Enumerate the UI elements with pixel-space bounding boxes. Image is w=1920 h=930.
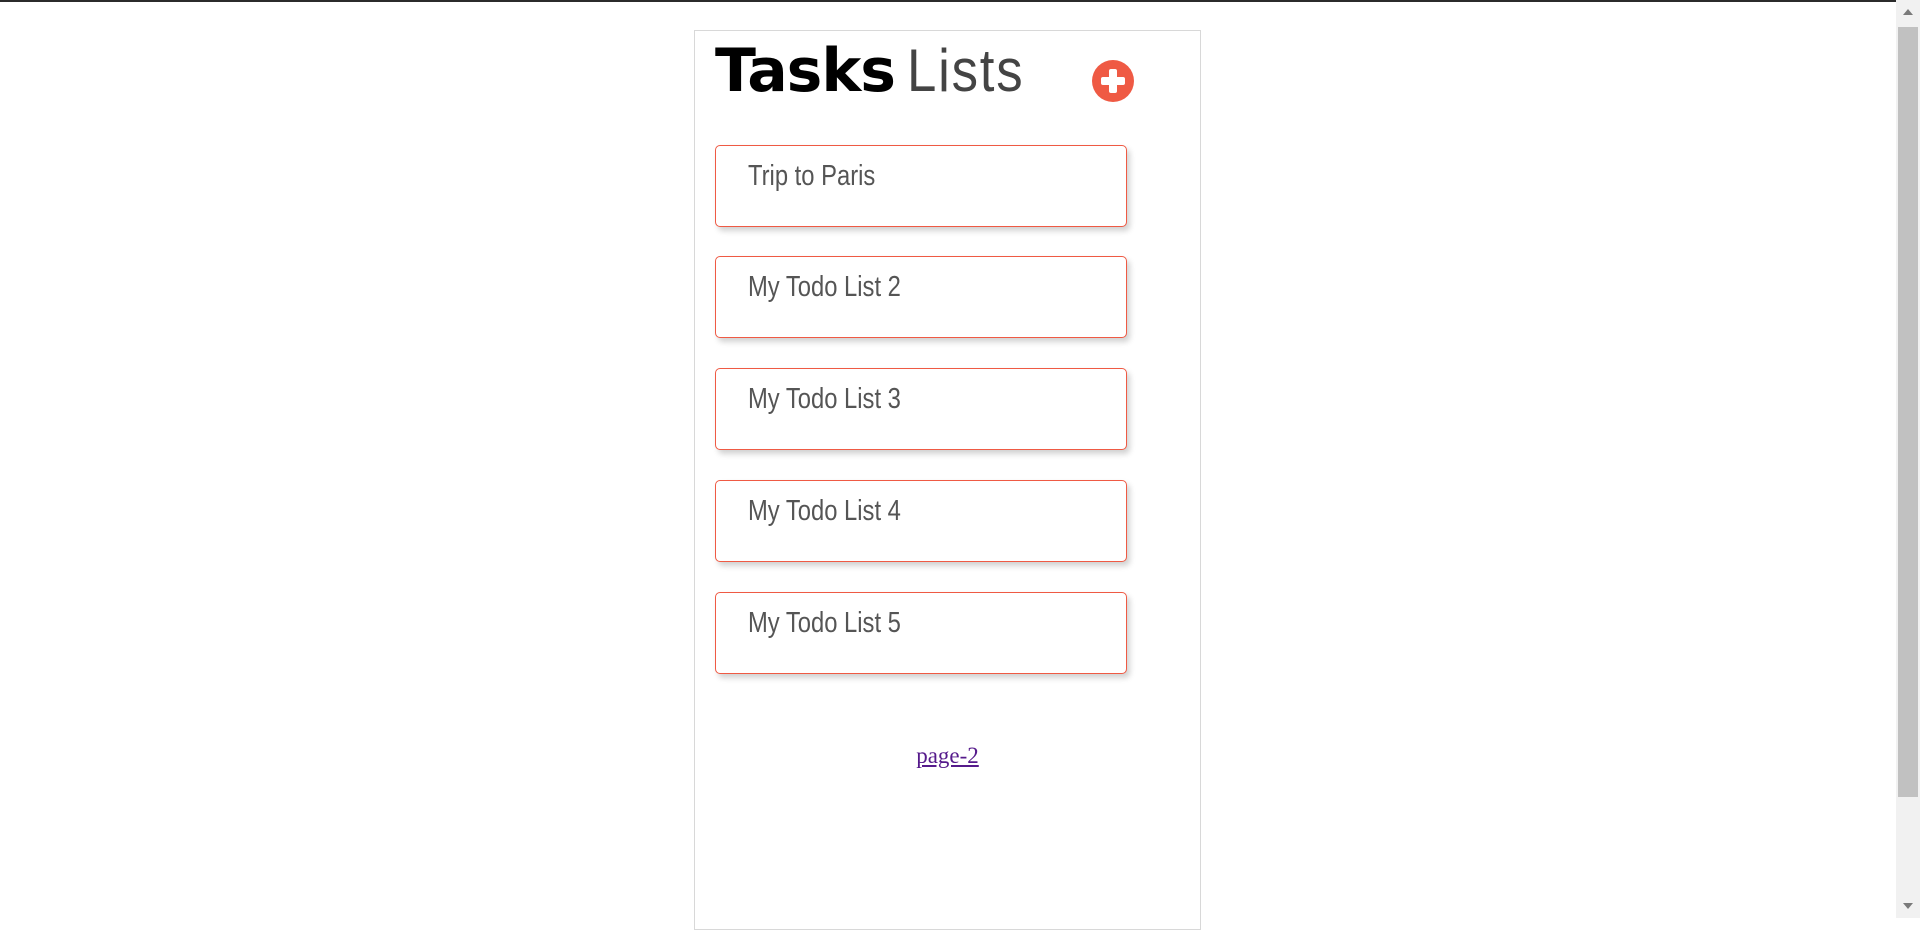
list-item-label: My Todo List 3 (748, 383, 901, 415)
scrollbar-thumb[interactable] (1898, 27, 1918, 797)
list-item[interactable]: My Todo List 2 (715, 256, 1127, 338)
add-list-button[interactable] (1092, 60, 1134, 102)
scroll-up-arrow-icon[interactable] (1903, 9, 1913, 15)
list-item-label: Trip to Paris (748, 160, 876, 192)
list-item-label: My Todo List 2 (748, 271, 901, 303)
list-item[interactable]: My Todo List 4 (715, 480, 1127, 562)
list-item-label: My Todo List 4 (748, 495, 901, 527)
vertical-scrollbar[interactable] (1896, 0, 1920, 918)
list-item[interactable]: My Todo List 5 (715, 592, 1127, 674)
top-border (0, 0, 1920, 2)
scroll-down-arrow-icon[interactable] (1903, 903, 1913, 909)
page-title: Tasks Lists (715, 37, 1040, 104)
list-item[interactable]: Trip to Paris (715, 145, 1127, 227)
page-2-link[interactable]: page-2 (916, 743, 979, 768)
title-strong: Tasks (715, 36, 896, 106)
task-lists-panel: Tasks Lists Trip to Paris My Todo List 2 … (694, 30, 1201, 930)
task-list-collection: Trip to Paris My Todo List 2 My Todo Lis… (715, 145, 1127, 704)
list-item[interactable]: My Todo List 3 (715, 368, 1127, 450)
title-light: Lists (907, 37, 1025, 104)
list-item-label: My Todo List 5 (748, 607, 901, 639)
pagination: page-2 (695, 743, 1200, 769)
